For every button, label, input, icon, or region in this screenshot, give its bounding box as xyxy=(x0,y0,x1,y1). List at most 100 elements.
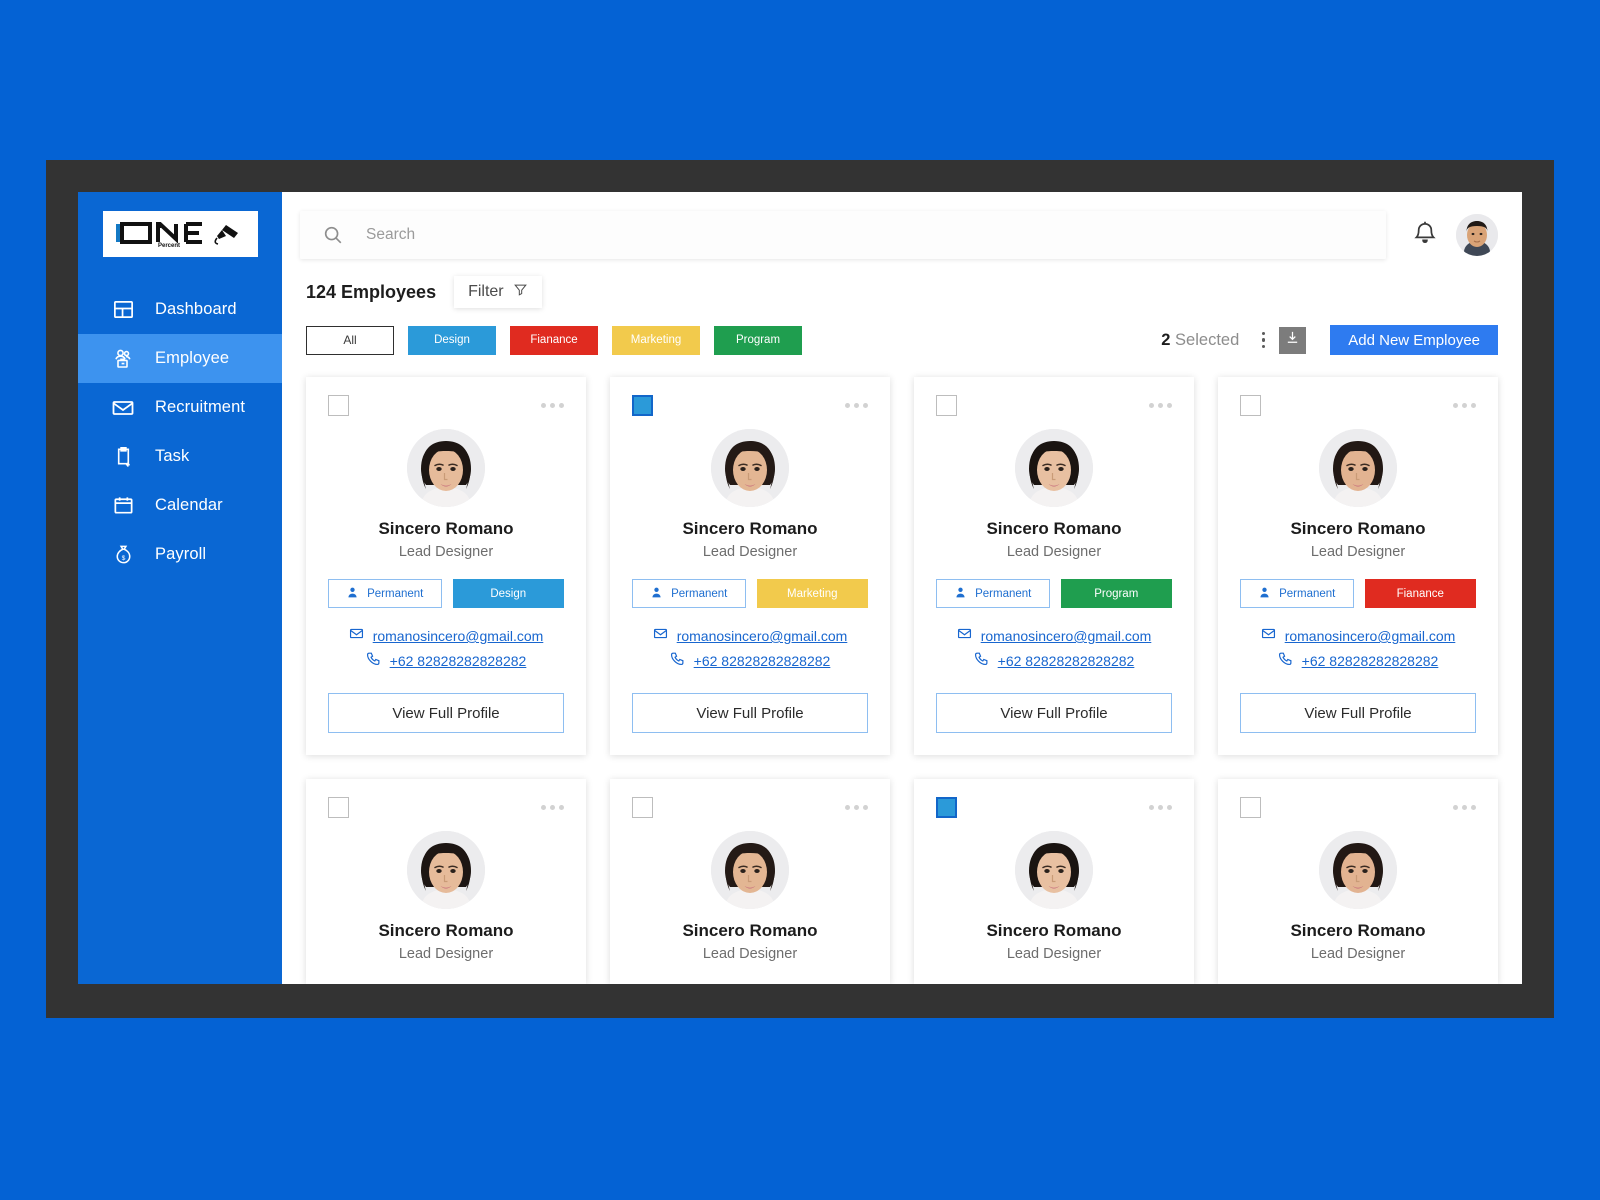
employee-name: Sincero Romano xyxy=(1290,921,1426,940)
tab-marketing[interactable]: Marketing xyxy=(612,325,700,355)
employee-phone-row: +62 82828282828282 xyxy=(632,651,868,671)
employee-phone-link[interactable]: +62 82828282828282 xyxy=(694,653,831,669)
card-header xyxy=(1240,797,1476,819)
view-full-profile-button[interactable]: View Full Profile xyxy=(632,693,868,733)
employee-select-checkbox[interactable] xyxy=(936,797,957,818)
employee-select-checkbox[interactable] xyxy=(632,797,653,818)
card-more-icon[interactable] xyxy=(541,797,564,810)
card-more-icon[interactable] xyxy=(1149,395,1172,408)
svg-text:Percent: Percent xyxy=(158,243,180,249)
sidebar-item-dashboard[interactable]: Dashboard xyxy=(78,285,282,334)
card-more-icon[interactable] xyxy=(845,395,868,408)
employee-phone-link[interactable]: +62 82828282828282 xyxy=(1302,653,1439,669)
view-full-profile-button[interactable]: View Full Profile xyxy=(328,693,564,733)
employee-role: Lead Designer xyxy=(1310,544,1406,560)
employee-select-checkbox[interactable] xyxy=(328,797,349,818)
employee-phone-link[interactable]: +62 82828282828282 xyxy=(998,653,1135,669)
card-more-icon[interactable] xyxy=(1453,797,1476,810)
employee-role: Lead Designer xyxy=(1310,946,1406,962)
tab-all[interactable]: All xyxy=(306,325,394,355)
employee-phone-row: +62 82828282828282 xyxy=(328,651,564,671)
department-badge[interactable]: Marketing xyxy=(756,579,868,608)
employee-select-checkbox[interactable] xyxy=(632,395,653,416)
employee-card[interactable]: Sincero Romano Lead Designer xyxy=(610,779,890,984)
employee-photo xyxy=(711,831,789,909)
employee-card[interactable]: Sincero Romano Lead Designer Permanent P… xyxy=(914,377,1194,755)
employee-card[interactable]: Sincero Romano Lead Designer Permanent F… xyxy=(1218,377,1498,755)
employment-type-badge[interactable]: Permanent xyxy=(936,579,1050,608)
search-input[interactable] xyxy=(366,225,1386,244)
toolbar-actions: 2 Selected Add New Employee xyxy=(1161,325,1498,355)
employee-contacts: romanosincero@gmail.com +62 828282828282… xyxy=(632,626,868,676)
more-vertical-icon[interactable] xyxy=(1253,327,1273,353)
employee-select-checkbox[interactable] xyxy=(1240,395,1261,416)
phone-icon xyxy=(974,651,989,671)
phone-icon xyxy=(670,651,685,671)
employee-role: Lead Designer xyxy=(398,946,494,962)
envelope-icon xyxy=(1261,626,1276,646)
person-icon xyxy=(346,586,359,602)
employment-type-badge[interactable]: Permanent xyxy=(328,579,442,608)
search-bar[interactable] xyxy=(300,210,1386,259)
card-header xyxy=(1240,395,1476,417)
employee-card[interactable]: Sincero Romano Lead Designer xyxy=(914,779,1194,984)
employee-photo xyxy=(407,831,485,909)
phone-icon xyxy=(1278,651,1293,671)
selected-label: Selected xyxy=(1175,330,1240,349)
employee-select-checkbox[interactable] xyxy=(936,395,957,416)
employee-role: Lead Designer xyxy=(398,544,494,560)
tab-program[interactable]: Program xyxy=(714,325,802,355)
search-icon xyxy=(322,224,344,246)
department-badge[interactable]: Program xyxy=(1060,579,1172,608)
sidebar-item-employee[interactable]: Employee xyxy=(78,334,282,383)
card-more-icon[interactable] xyxy=(1453,395,1476,408)
add-new-employee-button[interactable]: Add New Employee xyxy=(1330,325,1498,355)
employee-select-checkbox[interactable] xyxy=(328,395,349,416)
sidebar-item-recruitment[interactable]: Recruitment xyxy=(78,383,282,432)
main-content: 124 Employees Filter All Design Fianance… xyxy=(282,192,1522,984)
employment-type-label: Permanent xyxy=(975,587,1032,600)
tab-design[interactable]: Design xyxy=(408,325,496,355)
view-full-profile-button[interactable]: View Full Profile xyxy=(936,693,1172,733)
download-button[interactable] xyxy=(1279,326,1307,354)
money-bag-icon: $ xyxy=(110,542,136,568)
employee-email-link[interactable]: romanosincero@gmail.com xyxy=(373,628,544,644)
card-more-icon[interactable] xyxy=(845,797,868,810)
card-more-icon[interactable] xyxy=(1149,797,1172,810)
dashboard-icon xyxy=(110,297,136,323)
card-more-icon[interactable] xyxy=(541,395,564,408)
employee-badges: Permanent Design xyxy=(328,579,564,608)
employee-email-link[interactable]: romanosincero@gmail.com xyxy=(677,628,848,644)
employee-card[interactable]: Sincero Romano Lead Designer xyxy=(306,779,586,984)
employee-email-link[interactable]: romanosincero@gmail.com xyxy=(1285,628,1456,644)
sidebar-item-label: Task xyxy=(155,447,190,465)
department-badge[interactable]: Design xyxy=(452,579,564,608)
sidebar-item-calendar[interactable]: Calendar xyxy=(78,481,282,530)
sidebar-item-task[interactable]: Task xyxy=(78,432,282,481)
tab-fianance[interactable]: Fianance xyxy=(510,325,598,355)
employee-photo xyxy=(407,429,485,507)
sidebar: Percent Dashboard Employee Recruitment T… xyxy=(78,192,282,984)
employment-type-badge[interactable]: Permanent xyxy=(632,579,746,608)
employee-role: Lead Designer xyxy=(702,946,798,962)
employee-phone-link[interactable]: +62 82828282828282 xyxy=(390,653,527,669)
employee-role: Lead Designer xyxy=(1006,946,1102,962)
sidebar-item-payroll[interactable]: $ Payroll xyxy=(78,530,282,579)
employee-photo xyxy=(1319,831,1397,909)
employee-email-link[interactable]: romanosincero@gmail.com xyxy=(981,628,1152,644)
svg-text:$: $ xyxy=(121,555,125,562)
employee-card[interactable]: Sincero Romano Lead Designer xyxy=(1218,779,1498,984)
filter-button[interactable]: Filter xyxy=(454,276,542,308)
person-icon xyxy=(954,586,967,602)
notifications-button[interactable] xyxy=(1408,217,1442,253)
employee-email-row: romanosincero@gmail.com xyxy=(1240,626,1476,646)
employment-type-badge[interactable]: Permanent xyxy=(1240,579,1354,608)
employee-card[interactable]: Sincero Romano Lead Designer Permanent M… xyxy=(610,377,890,755)
user-avatar[interactable] xyxy=(1456,213,1498,256)
view-full-profile-button[interactable]: View Full Profile xyxy=(1240,693,1476,733)
department-badge[interactable]: Fianance xyxy=(1364,579,1476,608)
topbar xyxy=(282,192,1522,277)
employee-card[interactable]: Sincero Romano Lead Designer Permanent D… xyxy=(306,377,586,755)
app-logo[interactable]: Percent xyxy=(102,211,258,257)
employee-select-checkbox[interactable] xyxy=(1240,797,1261,818)
